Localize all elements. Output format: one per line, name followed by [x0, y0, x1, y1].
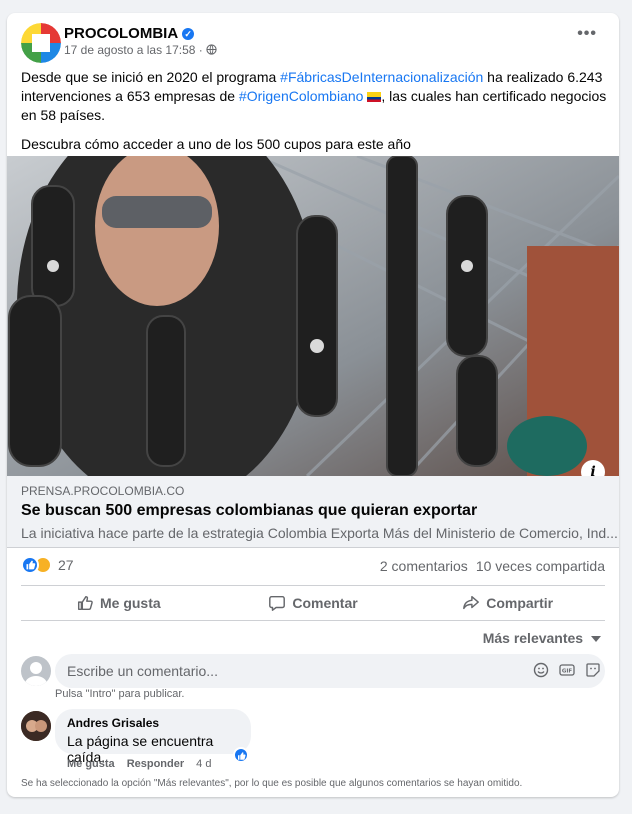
- share-button[interactable]: Compartir: [410, 586, 605, 620]
- comment-input[interactable]: Escribe un comentario...: [55, 654, 605, 688]
- page-name[interactable]: PROCOLOMBIA: [64, 25, 178, 42]
- comment-bubble: Andres Grisales La página se encuentra c…: [55, 709, 251, 765]
- sticker-icon[interactable]: [585, 662, 601, 678]
- comment-age[interactable]: 4 d: [196, 758, 211, 770]
- comment-author[interactable]: Andres Grisales: [67, 716, 159, 730]
- comment-hint: Pulsa "Intro" para publicar.: [55, 688, 185, 700]
- post-paragraph-2: Descubra cómo acceder a uno de los 500 c…: [21, 136, 411, 152]
- avatar[interactable]: [21, 656, 51, 686]
- gif-icon[interactable]: GIF: [559, 662, 575, 678]
- link-title[interactable]: Se buscan 500 empresas colombianas que q…: [21, 502, 477, 520]
- like-button[interactable]: Me gusta: [21, 586, 216, 620]
- comment-button[interactable]: Comentar: [216, 586, 411, 620]
- more-icon[interactable]: •••: [577, 25, 597, 43]
- meta-separator: ·: [198, 43, 203, 57]
- comment-actions: Me gusta Responder 4 d: [67, 758, 211, 770]
- commenter-avatar[interactable]: [21, 711, 51, 741]
- share-label: Compartir: [486, 595, 554, 611]
- page-name-row: PROCOLOMBIA ✓: [64, 25, 195, 42]
- comments-count[interactable]: 2 comentarios: [380, 558, 468, 574]
- post-image[interactable]: [7, 156, 619, 476]
- post-text: Desde que se inició en 2020 el programa …: [21, 68, 611, 164]
- post-actions: Me gusta Comentar Compartir: [21, 585, 605, 621]
- post-paragraph-1: Desde que se inició en 2020 el programa …: [21, 68, 611, 125]
- verified-icon: ✓: [182, 28, 195, 40]
- like-icon: [77, 595, 93, 611]
- share-icon: [463, 595, 480, 610]
- emoji-icon[interactable]: [533, 662, 549, 678]
- link-preview[interactable]: PRENSA.PROCOLOMBIA.CO Se buscan 500 empr…: [7, 476, 619, 548]
- sort-label: Más relevantes: [482, 630, 584, 646]
- procolombia-logo[interactable]: [21, 23, 61, 63]
- comment-icon: [269, 595, 286, 611]
- comment-label: Comentar: [292, 595, 358, 611]
- link-domain: PRENSA.PROCOLOMBIA.CO: [21, 484, 185, 498]
- reactions-count: 27: [58, 557, 74, 573]
- shares-count[interactable]: 10 veces compartida: [476, 558, 605, 574]
- post-meta: 17 de agosto a las 17:58 ·: [64, 43, 217, 57]
- svg-text:GIF: GIF: [562, 669, 573, 675]
- like-reaction-icon: [21, 556, 39, 574]
- reactions-summary[interactable]: 27: [21, 556, 74, 574]
- comment-reply-button[interactable]: Responder: [127, 758, 184, 770]
- post-stats: 2 comentarios 10 veces compartida: [380, 558, 605, 574]
- hashtag-link[interactable]: #OrigenColombiano: [239, 88, 364, 104]
- comment-like-reaction-icon[interactable]: [233, 747, 249, 763]
- link-description: La iniciativa hace parte de la estrategi…: [21, 525, 618, 541]
- globe-icon: [206, 44, 217, 55]
- comment-sort-dropdown[interactable]: Más relevantes: [483, 630, 601, 646]
- comment-like-button[interactable]: Me gusta: [67, 758, 115, 770]
- hashtag-link[interactable]: #FábricasDeInternacionalización: [280, 69, 483, 85]
- colombia-flag-emoji: [367, 92, 382, 102]
- text-segment: Desde que se inició en 2020 el programa: [21, 69, 281, 85]
- chevron-down-icon: [591, 636, 601, 642]
- post-date[interactable]: 17 de agosto a las 17:58: [64, 43, 195, 57]
- comment-input-tools: GIF: [533, 662, 601, 678]
- like-label: Me gusta: [99, 595, 161, 611]
- comments-footnote: Se ha seleccionado la opción "Más releva…: [21, 778, 523, 789]
- post-card: PROCOLOMBIA ✓ 17 de agosto a las 17:58 · …: [7, 13, 619, 797]
